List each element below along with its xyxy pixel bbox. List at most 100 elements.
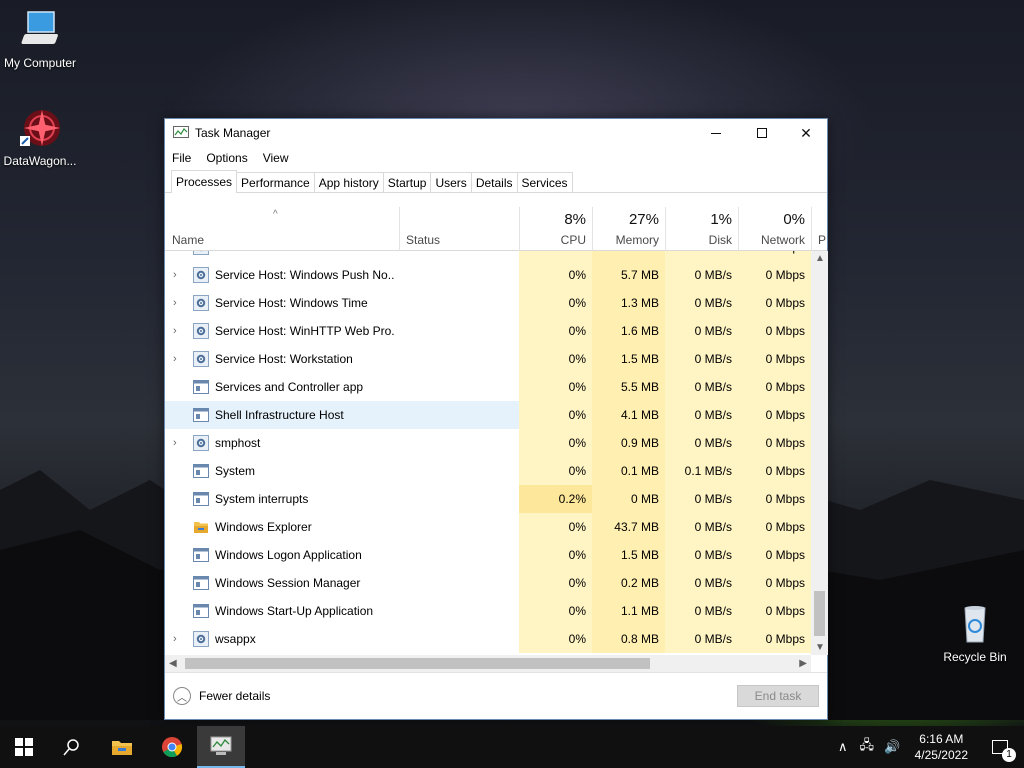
scroll-thumb[interactable]: [814, 591, 825, 636]
scroll-left-icon[interactable]: ◀: [169, 658, 177, 669]
column-disk[interactable]: 1% Disk: [665, 207, 738, 251]
taskbar-chrome[interactable]: [148, 726, 196, 768]
fewer-details-button[interactable]: ︿ Fewer details: [173, 687, 270, 705]
column-name[interactable]: ^ Name: [165, 207, 399, 251]
title-bar[interactable]: Task Manager ✕: [165, 119, 827, 147]
chevron-up-icon: ︿: [173, 687, 191, 705]
gear-icon: [193, 251, 209, 255]
chevron-right-icon[interactable]: ›: [173, 353, 177, 365]
table-row[interactable]: Windows Session Manager 0% 0.2 MB 0 MB/s 0 M…: [165, 569, 811, 597]
scroll-down-icon[interactable]: ▼: [815, 642, 825, 653]
tab-users[interactable]: Users: [430, 172, 472, 192]
scroll-right-icon[interactable]: ▶: [799, 658, 807, 669]
process-name-cell: Windows Start-Up Application: [165, 597, 519, 625]
disk-cell: 0 MB/s: [665, 513, 738, 541]
desktop-icon-datawagon[interactable]: DataWagon...: [0, 106, 80, 168]
table-row[interactable]: Shell Infrastructure Host 0% 4.1 MB 0 MB/s 0…: [165, 401, 811, 429]
memory-cell: 1.6 MB: [592, 317, 665, 345]
column-network[interactable]: 0% Network: [738, 207, 811, 251]
table-row[interactable]: › Service Host: WinHTTP Web Pro... 0% 1.6 M…: [165, 317, 811, 345]
process-name-cell: › smphost: [165, 429, 519, 457]
table-row[interactable]: › Service Host: Workstation 0% 1.5 MB 0 MB/s…: [165, 345, 811, 373]
column-network-label: Network: [760, 233, 805, 247]
table-row[interactable]: › Service Host: Windows Push No... 0%2.1 M…: [165, 251, 811, 261]
table-row[interactable]: › Service Host: Windows Push No... 0% 5.7 M…: [165, 261, 811, 289]
chevron-right-icon[interactable]: ›: [173, 251, 177, 253]
cpu-cell: 0%: [519, 457, 592, 485]
menu-options[interactable]: Options: [206, 151, 247, 165]
process-name: Windows Logon Application: [215, 548, 362, 562]
cpu-cell: 0%: [519, 569, 592, 597]
taskbar-task-manager[interactable]: [197, 726, 245, 768]
scroll-up-icon[interactable]: ▲: [815, 253, 825, 264]
menu-view[interactable]: View: [263, 151, 289, 165]
chevron-right-icon[interactable]: ›: [173, 325, 177, 337]
table-row[interactable]: Windows Logon Application 0% 1.5 MB 0 MB/s 0…: [165, 541, 811, 569]
tab-app-history[interactable]: App history: [313, 172, 384, 192]
table-row[interactable]: System 0% 0.1 MB 0.1 MB/s 0 Mbps: [165, 457, 811, 485]
end-task-button[interactable]: End task: [737, 685, 819, 707]
network-total: 0%: [783, 211, 805, 228]
tab-processes[interactable]: Processes: [171, 170, 238, 193]
folder-icon: [112, 741, 132, 755]
menu-bar: File Options View: [165, 147, 827, 169]
table-row[interactable]: › smphost 0% 0.9 MB 0 MB/s 0 Mbps: [165, 429, 811, 457]
memory-cell: 4.1 MB: [592, 401, 665, 429]
column-memory[interactable]: 27% Memory: [592, 207, 665, 251]
datawagon-app-icon: [18, 106, 62, 150]
horizontal-scrollbar[interactable]: ◀ ▶: [165, 655, 811, 672]
tab-performance[interactable]: Performance: [236, 172, 315, 192]
table-row[interactable]: Services and Controller app 0% 5.5 MB 0 MB/…: [165, 373, 811, 401]
table-row[interactable]: Windows Start-Up Application 0% 1.1 MB 0 MB…: [165, 597, 811, 625]
process-name: Service Host: Windows Push No...: [215, 251, 395, 261]
desktop-icon-my-computer[interactable]: My Computer: [0, 8, 80, 70]
network-cell: 0 Mbps: [738, 401, 811, 429]
table-row[interactable]: Windows Explorer 0% 43.7 MB 0 MB/s 0 Mbps: [165, 513, 811, 541]
clock[interactable]: 6:16 AM 4/25/2022: [915, 731, 968, 763]
chevron-up-icon[interactable]: ∧: [838, 739, 848, 755]
action-center-button[interactable]: 1: [976, 726, 1024, 768]
process-name-cell: › Service Host: Windows Push No...: [165, 261, 519, 289]
tab-services[interactable]: Services: [516, 172, 573, 192]
desktop-icon-recycle-bin[interactable]: Recycle Bin: [935, 602, 1015, 664]
gear-icon: [193, 351, 209, 367]
clock-time: 6:16 AM: [919, 732, 964, 746]
network-cell: 0 Mbps: [738, 289, 811, 317]
column-header: ^ Name Status 8% CPU 27% Memory 1% Disk …: [165, 207, 827, 251]
maximize-button[interactable]: [739, 119, 785, 147]
gear-icon: [193, 323, 209, 339]
start-button[interactable]: [0, 726, 48, 768]
network-cell: 0 Mbps: [738, 569, 811, 597]
chevron-right-icon[interactable]: ›: [173, 437, 177, 449]
network-cell: 0 Mbps: [738, 485, 811, 513]
vertical-scrollbar[interactable]: ▲ ▼: [811, 251, 828, 655]
table-row[interactable]: System interrupts 0.2% 0 MB 0 MB/s 0 Mbps: [165, 485, 811, 513]
tab-details[interactable]: Details: [470, 172, 518, 192]
minimize-button[interactable]: [693, 119, 739, 147]
table-row[interactable]: › wsappx 0% 0.8 MB 0 MB/s 0 Mbps: [165, 625, 811, 653]
table-row[interactable]: › Service Host: Windows Time 0% 1.3 MB 0 MB/…: [165, 289, 811, 317]
network-cell: 0 Mbps: [738, 625, 811, 653]
disk-cell: 0 MB/s: [665, 289, 738, 317]
task-manager-window[interactable]: Task Manager ✕ File Options View Process…: [164, 118, 828, 720]
column-cpu[interactable]: 8% CPU: [519, 207, 592, 251]
process-name: Services and Controller app: [215, 380, 364, 394]
memory-cell: 0.8 MB: [592, 625, 665, 653]
chevron-right-icon[interactable]: ›: [173, 633, 177, 645]
taskbar-file-explorer[interactable]: [98, 726, 146, 768]
cpu-cell: 0%: [519, 289, 592, 317]
disk-cell: 0 MB/s: [665, 485, 738, 513]
search-button[interactable]: [48, 726, 96, 768]
tab-startup[interactable]: Startup: [382, 172, 432, 192]
volume-icon[interactable]: 🔊: [884, 739, 900, 755]
column-power-partial[interactable]: P: [811, 207, 827, 251]
menu-file[interactable]: File: [172, 151, 191, 165]
close-button[interactable]: ✕: [783, 119, 829, 147]
scroll-thumb[interactable]: [185, 658, 650, 669]
chevron-right-icon[interactable]: ›: [173, 297, 177, 309]
memory-cell: 2.1 MB: [592, 251, 665, 261]
network-icon[interactable]: 🖧: [860, 736, 875, 758]
column-status[interactable]: Status: [399, 207, 519, 251]
chevron-right-icon[interactable]: ›: [173, 269, 177, 281]
process-name-cell: System interrupts: [165, 485, 519, 513]
